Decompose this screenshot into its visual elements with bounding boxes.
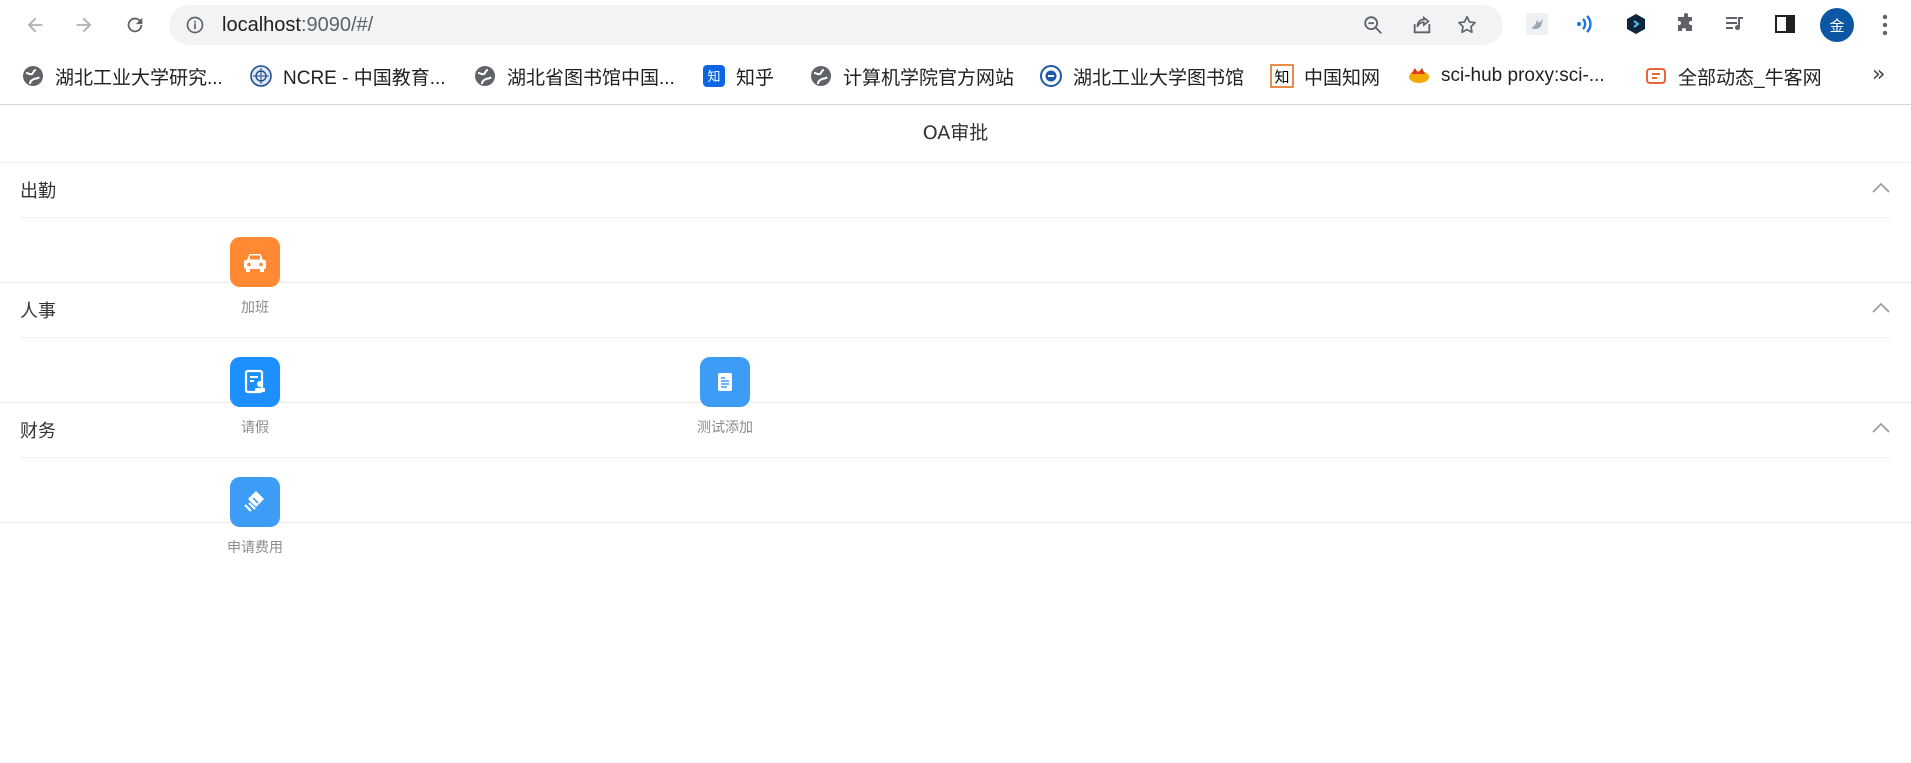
address-bar[interactable]: localhost:9090/#/	[169, 5, 1503, 45]
section-attendance: 出勤 加班	[0, 163, 1911, 316]
bookmark-label: 计算机学院官方网站	[843, 67, 1015, 89]
more-menu-icon[interactable]	[1873, 11, 1897, 39]
bookmark-item[interactable]: 计算机学院官方网站	[809, 62, 1014, 90]
chevron-up-icon[interactable]	[1871, 181, 1891, 195]
bird-icon	[1526, 13, 1548, 35]
bookmark-label: 湖北工业大学研究...	[55, 67, 223, 89]
bookmark-item[interactable]: NCRE - 中国教育...	[249, 62, 446, 90]
bookmark-item[interactable]: 全部动态_牛客网	[1644, 62, 1822, 90]
side-panel-icon	[1775, 15, 1795, 33]
site-info-icon[interactable]	[185, 15, 205, 35]
svg-text:知: 知	[707, 69, 720, 85]
app-tile[interactable]	[700, 357, 750, 407]
library-logo-icon	[1039, 64, 1063, 88]
app-tile[interactable]	[230, 237, 280, 287]
app-label: 申请费用	[227, 540, 283, 556]
zoom-button[interactable]	[1361, 13, 1385, 37]
section-personnel: 人事 请假 测试添加	[0, 283, 1911, 436]
bookmark-label: 湖北工业大学图书馆	[1073, 67, 1245, 89]
bookmark-item[interactable]: 湖北省图书馆中国...	[473, 62, 675, 90]
url-path: :9090/#/	[300, 14, 374, 36]
cnki-icon: 知	[1270, 64, 1294, 88]
bookmark-label: 湖北省图书馆中国...	[507, 67, 675, 89]
section-header[interactable]: 财务	[20, 403, 1891, 458]
chevron-up-icon[interactable]	[1871, 421, 1891, 435]
nowcoder-icon	[1644, 64, 1668, 88]
bookmark-label: sci-hub proxy:sci-...	[1441, 65, 1605, 86]
bookmark-label: 知乎	[736, 67, 775, 89]
app-tile[interactable]	[230, 357, 280, 407]
puzzle-icon	[1678, 13, 1692, 31]
extensions-button[interactable]	[1673, 11, 1699, 37]
reload-icon	[127, 17, 143, 33]
bookmark-label: 中国知网	[1304, 67, 1381, 89]
more-bookmarks-button[interactable]: »	[1872, 62, 1885, 87]
bookmark-star-button[interactable]	[1455, 13, 1479, 37]
ncre-logo-icon	[249, 64, 273, 88]
back-button[interactable]	[20, 10, 50, 40]
extension-bird-button[interactable]	[1524, 11, 1550, 37]
forward-button[interactable]	[69, 10, 99, 40]
bookmark-item[interactable]: 知 中国知网	[1270, 62, 1380, 90]
extension-audio-button[interactable]	[1572, 11, 1598, 37]
url-text[interactable]: localhost:9090/#/	[222, 14, 373, 37]
reload-button[interactable]	[120, 10, 150, 40]
section-title: 财务	[20, 421, 56, 442]
globe-icon	[473, 64, 497, 88]
page-title: OA审批	[0, 105, 1911, 163]
url-host: localhost	[222, 14, 301, 36]
zoom-out-icon	[1364, 16, 1382, 34]
section-header[interactable]: 出勤	[20, 163, 1891, 218]
zhihu-icon: 知	[702, 64, 726, 88]
sound-waves-icon	[1577, 15, 1592, 33]
section-title: 出勤	[20, 181, 56, 202]
share-icon	[1413, 15, 1431, 34]
chevron-up-icon[interactable]	[1871, 301, 1891, 315]
bookmark-label: 全部动态_牛客网	[1678, 67, 1822, 89]
app-tile[interactable]	[230, 477, 280, 527]
svg-text:知: 知	[1274, 68, 1289, 86]
globe-icon	[809, 64, 833, 88]
scihub-icon	[1407, 64, 1431, 88]
app-expense[interactable]: 申请费用	[185, 477, 325, 557]
share-button[interactable]	[1410, 13, 1434, 37]
bookmark-item[interactable]: 湖北工业大学研究...	[21, 62, 223, 90]
bookmark-item[interactable]: sci-hub proxy:sci-...	[1407, 62, 1605, 90]
profile-avatar[interactable]: 金	[1820, 8, 1854, 42]
forward-arrow-icon	[76, 17, 92, 33]
section-finance: 财务 申请费用	[0, 403, 1911, 556]
expense-icon	[244, 491, 264, 512]
hexagon-icon	[1627, 14, 1645, 34]
bookmark-item[interactable]: 湖北工业大学图书馆	[1039, 62, 1244, 90]
media-control-button[interactable]	[1722, 11, 1748, 37]
leave-form-icon	[244, 369, 265, 394]
extension-hex-button[interactable]	[1623, 11, 1649, 37]
section-header[interactable]: 人事	[20, 283, 1891, 338]
bookmarks-bar: 湖北工业大学研究... NCRE - 中国教育... 湖北省图书馆中国... 知…	[0, 56, 1911, 96]
globe-icon	[21, 64, 45, 88]
playlist-icon	[1726, 17, 1743, 31]
back-arrow-icon	[27, 17, 43, 33]
browser-chrome: localhost:9090/#/ 金 湖北工业大学研究... NCRE - 中…	[0, 0, 1911, 105]
document-icon	[718, 373, 732, 391]
section-title: 人事	[20, 301, 56, 322]
car-icon	[244, 254, 266, 272]
side-panel-button[interactable]	[1772, 11, 1798, 37]
bookmark-label: NCRE - 中国教育...	[283, 67, 446, 89]
bookmark-item[interactable]: 知 知乎	[702, 62, 774, 90]
star-icon	[1458, 15, 1476, 34]
